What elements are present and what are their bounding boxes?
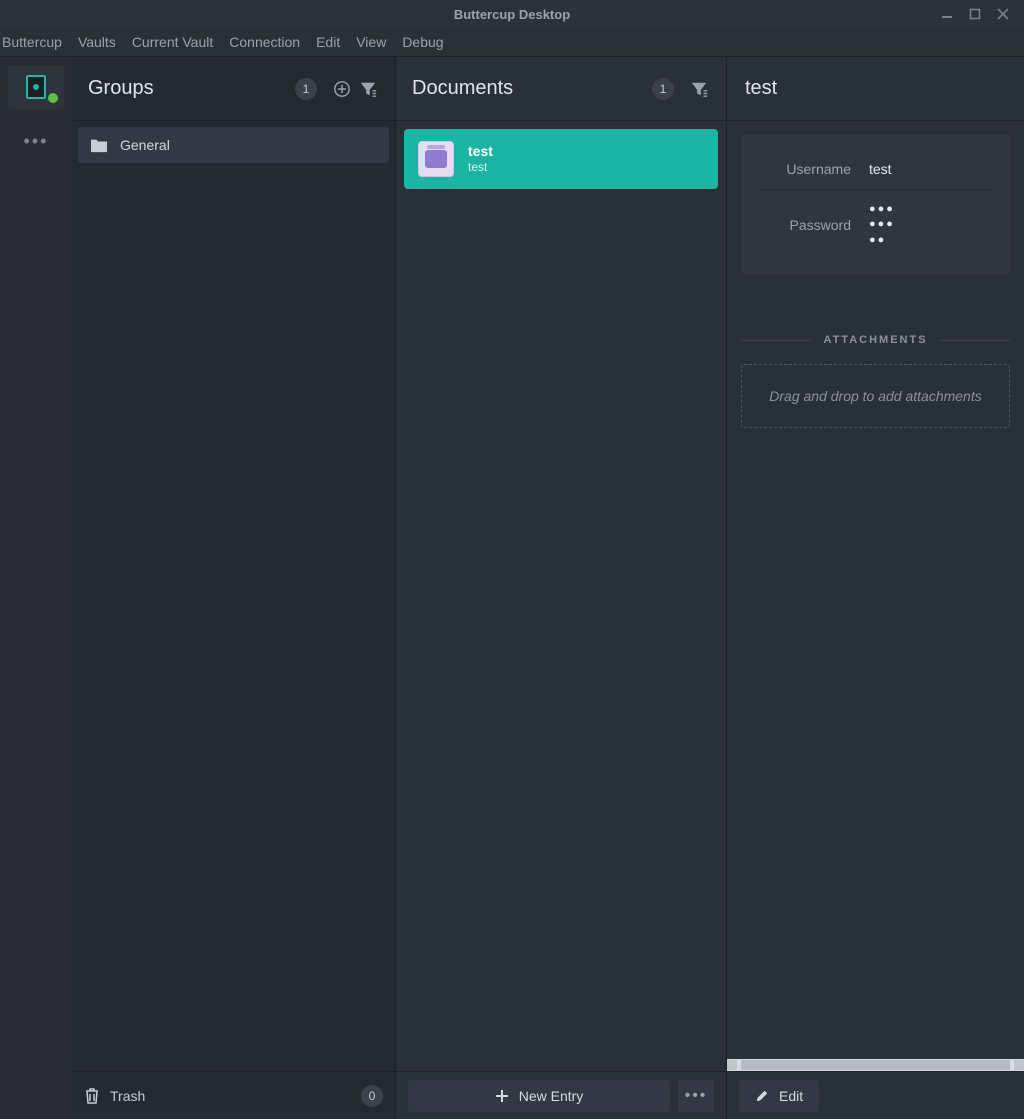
dropzone-text: Drag and drop to add attachments: [769, 388, 981, 404]
close-icon[interactable]: [996, 7, 1010, 21]
entry-type-icon: [418, 141, 454, 177]
vault-status-icon: [48, 93, 58, 103]
menu-edit[interactable]: Edit: [308, 30, 348, 54]
groups-title: Groups: [88, 77, 295, 100]
new-entry-button[interactable]: New Entry: [408, 1080, 670, 1112]
documents-title: Documents: [412, 77, 652, 100]
sep-line-left: [741, 340, 811, 341]
menu-vaults[interactable]: Vaults: [70, 30, 124, 54]
groups-list: General: [72, 121, 395, 1071]
attachments-dropzone[interactable]: Drag and drop to add attachments: [741, 364, 1010, 428]
pencil-icon: [755, 1089, 769, 1103]
field-username[interactable]: Username test: [759, 149, 992, 189]
maximize-icon[interactable]: [968, 7, 982, 21]
detail-card: Username test Password ●●● ●●● ●●: [741, 135, 1010, 274]
documents-count-badge: 1: [652, 78, 674, 100]
filter-documents-icon[interactable]: [688, 78, 710, 100]
titlebar: Buttercup Desktop: [0, 0, 1024, 28]
trash-count-badge: 0: [361, 1085, 383, 1107]
window-controls: [940, 0, 1020, 28]
filter-groups-icon[interactable]: [357, 78, 379, 100]
groups-header: Groups 1: [72, 57, 395, 121]
attachments-label: ATTACHMENTS: [823, 334, 927, 346]
documents-more-icon[interactable]: •••: [678, 1080, 714, 1112]
field-password[interactable]: Password ●●● ●●● ●●: [759, 189, 992, 260]
vault-icon: [26, 75, 46, 99]
sep-line-right: [940, 340, 1010, 341]
vault-tile[interactable]: [8, 65, 64, 109]
horizontal-scrollbar[interactable]: [727, 1059, 1024, 1071]
edit-button[interactable]: Edit: [739, 1080, 819, 1112]
edit-label: Edit: [779, 1088, 803, 1104]
documents-list: test test: [396, 121, 726, 1071]
trash-button[interactable]: Trash: [84, 1087, 351, 1105]
username-value: test: [869, 161, 892, 177]
menu-current-vault[interactable]: Current Vault: [124, 30, 221, 54]
groups-count-badge: 1: [295, 78, 317, 100]
vault-more-icon[interactable]: •••: [24, 131, 49, 152]
entry-text: test test: [468, 143, 493, 174]
trash-icon: [84, 1087, 100, 1105]
main-area: ••• Groups 1 General Trash 0: [0, 57, 1024, 1119]
add-group-icon[interactable]: [331, 78, 353, 100]
window-title: Buttercup Desktop: [454, 7, 570, 22]
groups-column: Groups 1 General Trash 0: [72, 57, 396, 1119]
trash-label: Trash: [110, 1088, 145, 1104]
menu-debug[interactable]: Debug: [394, 30, 451, 54]
entry-subtitle: test: [468, 160, 493, 174]
detail-header: test: [727, 57, 1024, 121]
documents-header: Documents 1: [396, 57, 726, 121]
attachments-separator: ATTACHMENTS: [741, 334, 1010, 346]
entry-title: test: [468, 143, 493, 160]
documents-column: Documents 1 test test New Entry •••: [396, 57, 727, 1119]
detail-title: test: [745, 77, 777, 100]
group-item-general[interactable]: General: [78, 127, 389, 163]
password-value: ●●● ●●● ●●: [869, 202, 895, 248]
username-label: Username: [759, 161, 869, 177]
detail-body: Username test Password ●●● ●●● ●● ATTACH…: [727, 121, 1024, 1059]
menu-view[interactable]: View: [348, 30, 394, 54]
groups-footer: Trash 0: [72, 1071, 395, 1119]
password-label: Password: [759, 217, 869, 233]
plus-icon: [495, 1089, 509, 1103]
new-entry-label: New Entry: [519, 1088, 584, 1104]
folder-icon: [90, 137, 108, 153]
detail-column: test Username test Password ●●● ●●● ●●: [727, 57, 1024, 1119]
menubar: Buttercup Vaults Current Vault Connectio…: [0, 28, 1024, 57]
vault-rail: •••: [0, 57, 72, 1119]
minimize-icon[interactable]: [940, 7, 954, 21]
group-item-label: General: [120, 137, 170, 153]
entry-item-test[interactable]: test test: [404, 129, 718, 189]
detail-footer: Edit: [727, 1071, 1024, 1119]
documents-footer: New Entry •••: [396, 1071, 726, 1119]
scrollbar-thumb[interactable]: [741, 1060, 1010, 1070]
menu-buttercup[interactable]: Buttercup: [0, 30, 70, 54]
menu-connection[interactable]: Connection: [221, 30, 308, 54]
